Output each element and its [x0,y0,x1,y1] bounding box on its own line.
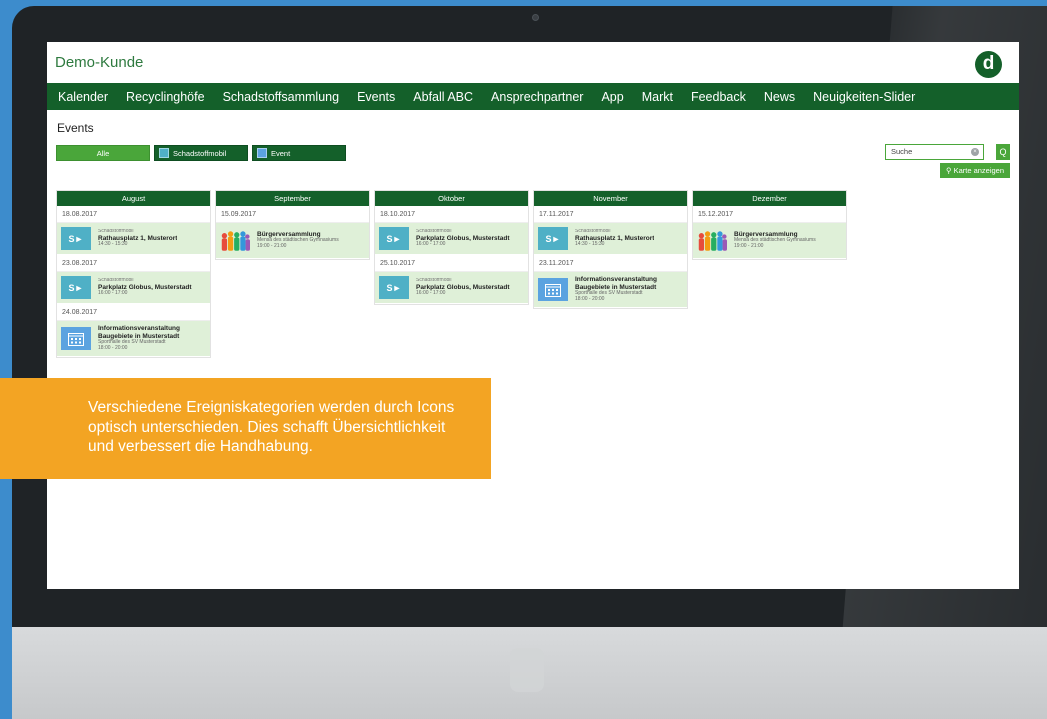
event-date: 24.08.2017 [57,304,210,321]
event-title: Informationsveranstaltung Baugebiete in … [98,325,180,340]
search-placeholder: Suche [891,147,913,156]
month-column: August 18.08.2017 S► Schadstoffmobil Rathaus… [56,190,211,358]
camera-dot [532,14,539,21]
search-input[interactable]: Suche × [885,144,984,160]
map-pin-icon: ⚲ [945,166,954,175]
truck-icon: S► [61,276,91,299]
nav-item[interactable]: Kalender [58,90,108,104]
calendar-icon [538,278,568,301]
info-callout: Verschiedene Ereigniskategorien werden d… [0,378,491,479]
event-item[interactable]: S► Schadstoffmobil Rathausplatz 1, Mustero… [57,223,210,255]
main-nav: Kalender Recyclinghöfe Schadstoffsammlung E… [47,83,1019,110]
nav-item[interactable]: App [601,90,623,104]
event-item[interactable]: S► Schadstoffmobil Parkplatz Globus, Muste… [57,272,210,304]
month-header: Oktober [375,191,528,206]
nav-item[interactable]: Schadstoffsammlung [223,90,340,104]
event-item[interactable]: Informationsveranstaltung Baugebiete in … [57,321,210,357]
filter-event-label: Event [271,148,291,158]
nav-item[interactable]: Recyclinghöfe [126,90,205,104]
nav-item[interactable]: Ansprechpartner [491,90,583,104]
people-icon [220,229,250,252]
month-header: September [216,191,369,206]
truck-icon: S► [538,227,568,250]
event-date: 15.12.2017 [693,206,846,223]
filter-mobil-label: Schadstoffmobil [173,148,227,158]
event-time: 19:00 - 21:00 [257,243,287,250]
event-date: 25.10.2017 [375,255,528,272]
event-location: 16:00 - 17:00 [416,241,446,248]
event-text: Bürgerversammlung Mensa des städtischen G… [257,231,339,250]
apple-logo-icon [510,648,544,692]
nav-item[interactable]: Feedback [691,90,746,104]
filter-all-label: Alle [96,148,110,158]
people-icon [697,229,727,252]
event-location: 16:00 - 17:00 [416,290,446,297]
category-filters: Alle Schadstoffmobil Event [56,145,346,161]
event-location: 14:30 - 15:30 [575,241,605,248]
event-location: 16:00 - 17:00 [98,290,128,297]
truck-icon: S► [379,276,409,299]
page-title: Events [57,121,94,135]
event-time: 19:00 - 21:00 [734,243,764,250]
app-title[interactable]: Demo-Kunde [55,54,143,71]
nav-item[interactable]: News [764,90,795,104]
event-item[interactable]: S► Schadstoffmobil Parkplatz Globus, Muste… [375,223,528,255]
event-item[interactable]: S► Schadstoffmobil Parkplatz Globus, Muste… [375,272,528,304]
search-icon: Q [999,147,1007,157]
nav-item[interactable]: Neuigkeiten-Slider [813,90,915,104]
filter-all-button[interactable]: Alle [56,145,150,161]
event-text: Schadstoffmobil Parkplatz Globus, Musters… [416,278,510,297]
event-date: 18.10.2017 [375,206,528,223]
clear-icon[interactable]: × [971,148,979,156]
calendar-icon [257,148,267,158]
event-location: 14:30 - 15:30 [98,241,128,248]
month-header: August [57,191,210,206]
event-date: 17.11.2017 [534,206,687,223]
month-column: Dezember 15.12.2017 Bürgerversammlung Mensa… [692,190,847,260]
event-text: Schadstoffmobil Parkplatz Globus, Musters… [416,229,510,248]
nav-item[interactable]: Events [357,90,395,104]
search-button[interactable]: Q [996,144,1010,160]
show-map-button[interactable]: ⚲ Karte anzeigen [940,163,1010,178]
event-date: 23.08.2017 [57,255,210,272]
event-item[interactable]: S► Schadstoffmobil Rathausplatz 1, Mustero… [534,223,687,255]
event-text: Informationsveranstaltung Baugebiete in … [98,325,206,351]
month-header: Dezember [693,191,846,206]
event-date: 23.11.2017 [534,255,687,272]
event-time: 18:00 - 20:00 [98,344,128,351]
show-map-label: Karte anzeigen [953,166,1005,175]
nav-item[interactable]: Abfall ABC [413,90,473,104]
event-item[interactable]: Bürgerversammlung Mensa des städtischen G… [693,223,846,259]
event-item[interactable]: Bürgerversammlung Mensa des städtischen G… [216,223,369,259]
event-text: Schadstoffmobil Rathausplatz 1, Musterort… [575,229,654,248]
callout-text: Verschiedene Ereigniskategorien werden d… [88,399,455,455]
month-column: Oktober 18.10.2017 S► Schadstoffmobil Parkpl… [374,190,529,305]
event-date: 15.09.2017 [216,206,369,223]
filter-event-button[interactable]: Event [252,145,346,161]
month-header: November [534,191,687,206]
app-header: Demo-Kunde d [47,42,1019,83]
nav-item[interactable]: Markt [642,90,673,104]
event-text: Bürgerversammlung Mensa des städtischen G… [734,231,816,250]
calendar-icon [61,327,91,350]
truck-icon: S► [61,227,91,250]
event-text: Schadstoffmobil Rathausplatz 1, Musterort… [98,229,177,248]
event-time: 18:00 - 20:00 [575,295,605,302]
filter-schadstoffmobil-button[interactable]: Schadstoffmobil [154,145,248,161]
event-text: Informationsveranstaltung Baugebiete in … [575,276,683,302]
app-logo-icon[interactable]: d [975,51,1002,78]
event-date: 18.08.2017 [57,206,210,223]
event-title: Informationsveranstaltung Baugebiete in … [575,276,657,291]
event-item[interactable]: Informationsveranstaltung Baugebiete in … [534,272,687,308]
month-column: September 15.09.2017 Bürgerversammlung Mens… [215,190,370,260]
event-text: Schadstoffmobil Parkplatz Globus, Musters… [98,278,192,297]
truck-icon: S► [379,227,409,250]
month-column: November 17.11.2017 S► Schadstoffmobil Ratha… [533,190,688,309]
app-screen: Demo-Kunde d Kalender Recyclinghöfe Schads… [47,42,1019,589]
truck-icon [159,148,169,158]
